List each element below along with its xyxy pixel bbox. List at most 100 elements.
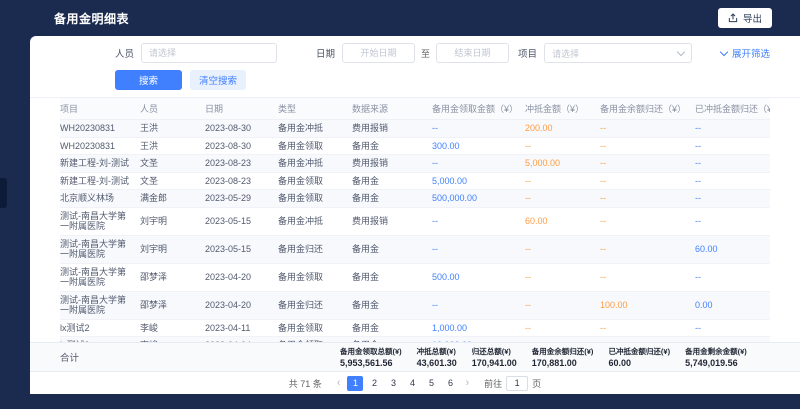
cell-type: 备用金领取: [278, 137, 352, 155]
summary-item: 归还总额(¥)170,941.00: [472, 346, 517, 369]
page-button-3[interactable]: 3: [385, 376, 401, 391]
summary-item-label: 归还总额(¥): [472, 346, 517, 357]
column-header: 已冲抵金额归还（¥）: [695, 98, 770, 120]
cell-person: 王洪: [140, 120, 205, 138]
person-filter: 人员: [115, 43, 277, 63]
cell-project: 测试-南昌大学第一附属医院: [60, 207, 140, 235]
project-select-placeholder: 请选择: [552, 47, 579, 60]
project-filter: 项目 请选择: [518, 43, 692, 63]
next-page-button[interactable]: ›: [463, 378, 471, 389]
date-filter: 日期 至: [316, 43, 509, 63]
table-row: 测试-南昌大学第一附属医院邵梦泽2023-04-20备用金归还备用金----10…: [60, 291, 770, 319]
summary-item-value: 5,749,019.56: [685, 357, 747, 369]
column-header: 项目: [60, 98, 140, 120]
cell-source: 备用金: [352, 291, 432, 319]
cell-received: 500.00: [432, 263, 525, 291]
filter-section: 人员 日期 至 项目 请选择 展开筛选 搜索: [30, 36, 800, 98]
cell-offset_return: --: [695, 319, 770, 337]
cell-offset: --: [525, 235, 600, 263]
page-list: 123456: [347, 376, 458, 391]
cell-person: 文圣: [140, 155, 205, 173]
petty-cash-table: 项目人员日期类型数据来源备用金领取金额（¥）冲抵金额（¥）备用金余额归还（¥）已…: [60, 98, 770, 342]
table-row: 北京顺义林场满金郎2023-05-29备用金领取备用金500,000.00---…: [60, 190, 770, 208]
page-button-4[interactable]: 4: [404, 376, 420, 391]
cell-source: 备用金: [352, 319, 432, 337]
summary-item: 备用金剩余金额(¥)5,749,019.56: [685, 346, 747, 369]
cell-balance_return: --: [600, 207, 695, 235]
export-button[interactable]: 导出: [718, 8, 772, 28]
cell-date: 2023-08-23: [205, 155, 278, 173]
cell-type: 备用金领取: [278, 263, 352, 291]
date-end-input[interactable]: [436, 43, 509, 63]
clear-search-button[interactable]: 清空搜索: [190, 70, 246, 90]
cell-date: 2023-08-23: [205, 172, 278, 190]
export-label: 导出: [743, 11, 762, 25]
cell-person: 文圣: [140, 172, 205, 190]
goto-page-input[interactable]: [506, 376, 528, 391]
cell-person: 王洪: [140, 137, 205, 155]
cell-offset_return: --: [695, 172, 770, 190]
summary-item-value: 43,601.30: [417, 357, 457, 369]
cell-project: 测试-南昌大学第一附属医院: [60, 291, 140, 319]
cell-project: 测试-南昌大学第一附属医院: [60, 235, 140, 263]
goto-prefix: 前往: [484, 377, 502, 390]
project-filter-label: 项目: [518, 46, 537, 60]
table-row: 测试-南昌大学第一附属医院刘宇明2023-05-15备用金归还备用金------…: [60, 235, 770, 263]
cell-received: 1,000.00: [432, 319, 525, 337]
cell-offset_return: --: [695, 190, 770, 208]
cell-date: 2023-05-15: [205, 235, 278, 263]
page-button-1[interactable]: 1: [347, 376, 363, 391]
summary-item: 已冲抵金额归还(¥)60.00: [608, 346, 670, 369]
filter-row: 人员 日期 至 项目 请选择 展开筛选: [60, 42, 770, 64]
cell-offset_return: --: [695, 155, 770, 173]
cell-balance_return: --: [600, 155, 695, 173]
cell-person: 邵梦泽: [140, 263, 205, 291]
project-filter-select[interactable]: 请选择: [544, 43, 692, 63]
date-start-input[interactable]: [342, 43, 415, 63]
column-header: 备用金余额归还（¥）: [600, 98, 695, 120]
cell-source: 备用金: [352, 137, 432, 155]
cell-offset: --: [525, 319, 600, 337]
prev-page-button[interactable]: ‹: [335, 378, 343, 389]
cell-person: 邵梦泽: [140, 291, 205, 319]
summary-total-label: 合计: [60, 350, 79, 364]
cell-received: --: [432, 235, 525, 263]
sidebar-collapse-handle[interactable]: [0, 178, 7, 208]
cell-type: 备用金领取: [278, 319, 352, 337]
page-button-5[interactable]: 5: [423, 376, 439, 391]
column-header: 数据来源: [352, 98, 432, 120]
cell-balance_return: --: [600, 120, 695, 138]
expand-filters-link[interactable]: 展开筛选: [721, 46, 770, 60]
page-button-6[interactable]: 6: [442, 376, 458, 391]
main-panel: 人员 日期 至 项目 请选择 展开筛选 搜索: [30, 36, 800, 394]
column-header: 人员: [140, 98, 205, 120]
summary-item-label: 冲抵总额(¥): [417, 346, 457, 357]
page-button-2[interactable]: 2: [366, 376, 382, 391]
summary-item: 备用金余额归还(¥)170,881.00: [532, 346, 594, 369]
person-filter-input[interactable]: [141, 43, 277, 63]
cell-balance_return: --: [600, 190, 695, 208]
cell-offset: --: [525, 263, 600, 291]
cell-date: 2023-08-30: [205, 137, 278, 155]
filter-buttons: 搜索 清空搜索: [60, 70, 770, 90]
cell-source: 备用金: [352, 172, 432, 190]
cell-balance_return: --: [600, 263, 695, 291]
cell-offset: 200.00: [525, 120, 600, 138]
summary-item-value: 170,941.00: [472, 357, 517, 369]
top-bar: 备用金明细表 导出: [0, 0, 800, 36]
table-head: 项目人员日期类型数据来源备用金领取金额（¥）冲抵金额（¥）备用金余额归还（¥）已…: [60, 98, 770, 120]
page-title: 备用金明细表: [54, 10, 129, 27]
summary-item-label: 备用金剩余金额(¥): [685, 346, 747, 357]
column-header: 备用金领取金额（¥）: [432, 98, 525, 120]
table-row: 测试-南昌大学第一附属医院刘宇明2023-05-15备用金冲抵费用报销--60.…: [60, 207, 770, 235]
search-button[interactable]: 搜索: [115, 70, 182, 90]
date-filter-label: 日期: [316, 46, 335, 60]
cell-type: 备用金归还: [278, 235, 352, 263]
cell-date: 2023-05-15: [205, 207, 278, 235]
expand-chevron-icon: [720, 47, 728, 55]
cell-person: 刘宇明: [140, 235, 205, 263]
cell-person: 刘宇明: [140, 207, 205, 235]
table-row: 测试-南昌大学第一附属医院邵梦泽2023-04-20备用金领取备用金500.00…: [60, 263, 770, 291]
cell-project: lx测试2: [60, 319, 140, 337]
summary-item-label: 备用金领取总额(¥): [340, 346, 402, 357]
